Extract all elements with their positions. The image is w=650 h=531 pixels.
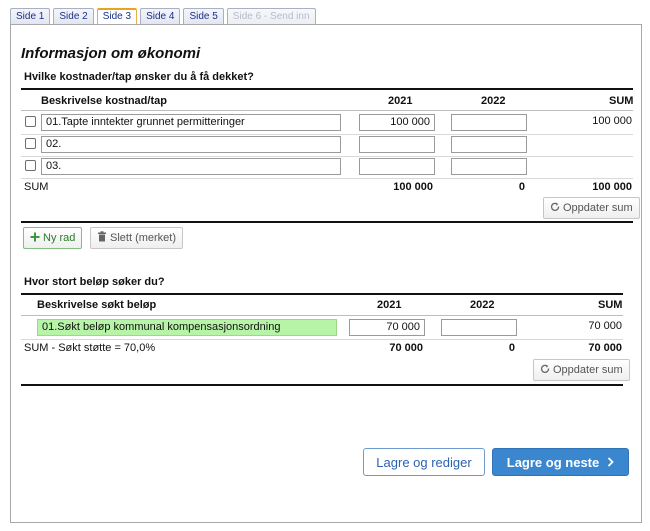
costs-row-2-checkbox[interactable] bbox=[25, 138, 36, 149]
costs-row-1-desc-input[interactable]: 01.Tapte inntekter grunnet permitteringe… bbox=[41, 114, 341, 131]
delete-selected-label: Slett (merket) bbox=[110, 232, 177, 244]
costs-total-2022: 0 bbox=[518, 181, 525, 193]
add-row-button[interactable]: Ny rad bbox=[23, 227, 83, 249]
amount-row-1-2021-input[interactable]: 70 000 bbox=[349, 319, 425, 336]
tab-side-6-send-inn: Side 6 - Send inn bbox=[226, 8, 316, 24]
costs-row-1-sum: 100 000 bbox=[592, 115, 632, 127]
costs-header-desc: Beskrivelse kostnad/tap bbox=[41, 95, 167, 107]
save-and-edit-label: Lagre og rediger bbox=[376, 454, 472, 470]
costs-bottom-rule bbox=[21, 221, 633, 223]
costs-row-1-checkbox[interactable] bbox=[25, 116, 36, 127]
refresh-icon bbox=[540, 364, 550, 377]
tab-side-4[interactable]: Side 4 bbox=[140, 8, 181, 24]
delete-selected-button[interactable]: Slett (merket) bbox=[90, 227, 184, 249]
row-divider bbox=[21, 134, 633, 135]
row-divider bbox=[21, 178, 633, 179]
plus-icon bbox=[30, 232, 40, 245]
chevron-right-icon bbox=[607, 455, 615, 470]
costs-top-rule bbox=[21, 88, 633, 90]
row-divider bbox=[21, 339, 623, 340]
tab-side-5[interactable]: Side 5 bbox=[183, 8, 224, 24]
amount-update-sum-label: Oppdater sum bbox=[553, 364, 623, 376]
tab-side-2[interactable]: Side 2 bbox=[53, 8, 94, 24]
amount-row-1-2022-input[interactable] bbox=[441, 319, 517, 336]
amount-row-1-desc-input[interactable]: 01.Søkt beløp kommunal kompensasjonsordn… bbox=[37, 319, 337, 336]
costs-header-2022: 2022 bbox=[481, 95, 506, 107]
add-row-label: Ny rad bbox=[43, 232, 76, 244]
amount-header-rule bbox=[21, 315, 623, 316]
costs-question: Hvilke kostnader/tap ønsker du å få dekk… bbox=[24, 71, 254, 83]
amount-total-label: SUM - Søkt støtte = 70,0% bbox=[24, 342, 156, 354]
amount-row-1-sum: 70 000 bbox=[588, 320, 622, 332]
trash-icon bbox=[97, 231, 107, 245]
costs-total-sum: 100 000 bbox=[592, 181, 632, 193]
amount-question: Hvor stort beløp søker du? bbox=[24, 276, 165, 288]
costs-row-2-2022-input[interactable] bbox=[451, 136, 527, 153]
amount-total-2022: 0 bbox=[508, 342, 515, 354]
form-panel: Informasjon om økonomi Hvilke kostnader/… bbox=[10, 24, 642, 523]
costs-row-2-desc-input[interactable]: 02. bbox=[41, 136, 341, 153]
save-and-edit-button[interactable]: Lagre og rediger bbox=[363, 448, 485, 476]
costs-row-3-2021-input[interactable] bbox=[359, 158, 435, 175]
amount-total-sum: 70 000 bbox=[588, 342, 622, 354]
costs-total-2021: 100 000 bbox=[393, 181, 433, 193]
costs-row-3-checkbox[interactable] bbox=[25, 160, 36, 171]
page-title: Informasjon om økonomi bbox=[21, 45, 201, 62]
refresh-icon bbox=[550, 202, 560, 215]
save-and-next-label: Lagre og neste bbox=[506, 454, 600, 470]
costs-row-1-2021-input[interactable]: 100 000 bbox=[359, 114, 435, 131]
costs-row-3-desc-input[interactable]: 03. bbox=[41, 158, 341, 175]
costs-header-rule bbox=[21, 110, 633, 111]
costs-row-1-2022-input[interactable] bbox=[451, 114, 527, 131]
costs-row-2-2021-input[interactable] bbox=[359, 136, 435, 153]
costs-update-sum-label: Oppdater sum bbox=[563, 202, 633, 214]
amount-header-2022: 2022 bbox=[470, 299, 495, 311]
tab-bar: Side 1 Side 2 Side 3 Side 4 Side 5 Side … bbox=[10, 8, 316, 25]
costs-row-3-2022-input[interactable] bbox=[451, 158, 527, 175]
amount-header-2021: 2021 bbox=[377, 299, 402, 311]
costs-header-sum: SUM bbox=[609, 95, 634, 107]
amount-total-2021: 70 000 bbox=[389, 342, 423, 354]
amount-bottom-rule bbox=[21, 384, 623, 386]
costs-total-label: SUM bbox=[24, 181, 49, 193]
tab-side-3[interactable]: Side 3 bbox=[96, 8, 138, 25]
amount-top-rule bbox=[21, 293, 623, 295]
amount-update-sum-button[interactable]: Oppdater sum bbox=[533, 359, 630, 381]
amount-header-desc: Beskrivelse søkt beløp bbox=[37, 299, 157, 311]
amount-header-sum: SUM bbox=[598, 299, 623, 311]
tab-side-1[interactable]: Side 1 bbox=[10, 8, 51, 24]
costs-update-sum-button[interactable]: Oppdater sum bbox=[543, 197, 640, 219]
row-divider bbox=[21, 156, 633, 157]
save-and-next-button[interactable]: Lagre og neste bbox=[492, 448, 629, 476]
costs-header-2021: 2021 bbox=[388, 95, 413, 107]
